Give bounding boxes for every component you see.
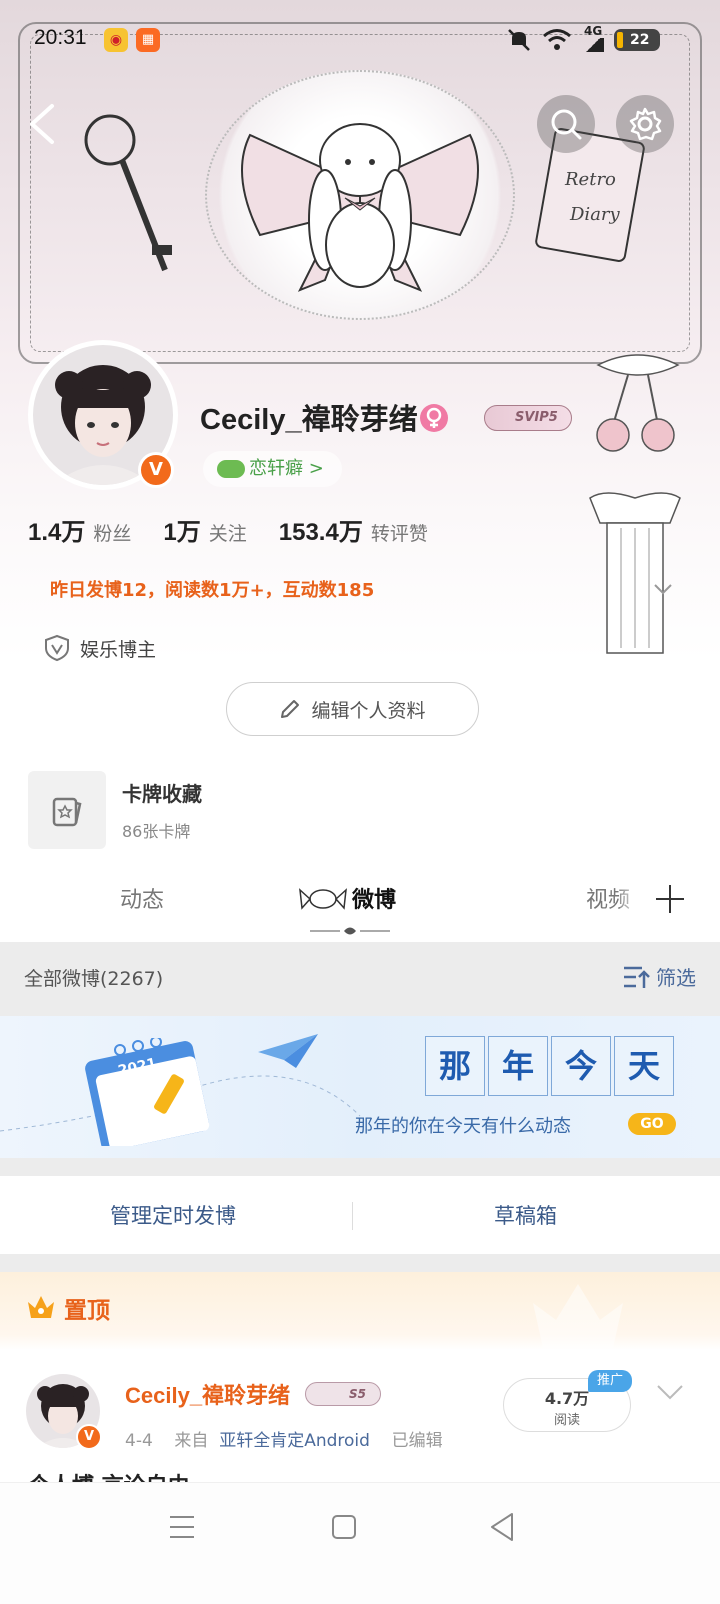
category-label: 娱乐博主 (80, 638, 157, 661)
post-from-label: 来自 (174, 1431, 209, 1451)
stat-interactions[interactable]: 153.4万 转评赞 (279, 512, 428, 547)
back-button[interactable] (22, 100, 62, 148)
card-star-icon (52, 797, 82, 827)
stat-label: 粉丝 (93, 523, 132, 545)
tab-weibo[interactable]: 微博 (352, 882, 396, 914)
fan-group-tag[interactable]: 恋轩癖 > (203, 451, 342, 487)
drafts-button[interactable]: 草稿箱 (494, 1200, 557, 1230)
back-triangle-icon[interactable] (488, 1511, 516, 1543)
promote-badge[interactable]: 推广 (588, 1370, 632, 1392)
edit-profile-button[interactable]: 编辑个人资料 (226, 682, 479, 736)
battery-indicator: 22 (614, 29, 660, 51)
stat-label: 关注 (208, 523, 247, 545)
chevron-down-icon[interactable] (656, 1384, 684, 1402)
go-button[interactable]: GO (628, 1113, 676, 1135)
post-author-name[interactable]: Cecily_禕聆芽绪 (125, 1378, 290, 1410)
cherries-illustration (596, 354, 680, 452)
pinned-header: 置顶 (0, 1272, 720, 1350)
shield-icon (45, 634, 69, 662)
card-collection-icon-box[interactable] (28, 771, 106, 849)
candy-icon (299, 888, 347, 910)
cloud-icon (217, 460, 245, 478)
search-icon (551, 109, 582, 140)
card-collection-title[interactable]: 卡牌收藏 (122, 778, 202, 807)
crown-icon (28, 1296, 54, 1318)
fan-group-label: 恋轩癖 > (249, 458, 324, 479)
app-notification-icon: ▦ (136, 28, 160, 52)
edit-profile-label: 编辑个人资料 (311, 699, 426, 722)
plus-icon (656, 885, 684, 913)
add-tab-button[interactable] (620, 864, 720, 934)
section-divider (0, 1254, 720, 1272)
memory-char: 今 (551, 1036, 611, 1096)
memory-subtitle: 那年的你在今天有什么动态 (355, 1116, 571, 1137)
gear-icon (629, 107, 662, 141)
tab-active-indicator (310, 927, 390, 935)
settings-button[interactable] (616, 95, 674, 153)
profile-tabs: 动态 微博 视频 (0, 860, 720, 942)
section-divider (0, 1158, 720, 1176)
system-nav-bar (0, 1482, 720, 1604)
post-edited: 已编辑 (391, 1431, 443, 1451)
post-text: 个人博 言论自由 (28, 1468, 190, 1482)
stat-number: 153.4万 (278, 519, 363, 546)
key-illustration (84, 114, 172, 272)
home-icon[interactable] (330, 1513, 358, 1541)
read-label: 阅读 (553, 1413, 580, 1428)
profile-stats: 1.4万 粉丝 1万 关注 153.4万 转评赞 (28, 512, 428, 547)
stat-fans[interactable]: 1.4万 粉丝 (28, 512, 131, 547)
category-tag[interactable]: 娱乐博主 (44, 634, 156, 662)
svg-text:Retro: Retro (564, 169, 616, 190)
post-verified-badge: V (76, 1424, 102, 1450)
all-weibo-count: 全部微博(2267) (24, 968, 164, 990)
pillar-illustration (589, 492, 681, 654)
signal-icon: 4G (582, 24, 604, 52)
wifi-icon (543, 29, 571, 50)
pinned-label: 置顶 (64, 1298, 110, 1324)
all-weibo-bar: 全部微博(2267) 筛选 (0, 942, 720, 1016)
female-icon (420, 404, 448, 432)
pinned-post[interactable]: V Cecily_禕聆芽绪 S5 4-4 来自 亚轩全肯定Android 已编辑… (0, 1350, 720, 1482)
svip-badge[interactable]: SVIP5 (484, 405, 572, 431)
stat-number: 1万 (163, 519, 201, 546)
filter-button[interactable]: 筛选 (622, 962, 696, 991)
verified-badge: V (138, 452, 174, 488)
filter-icon (624, 966, 650, 988)
post-date: 4-4 (125, 1431, 153, 1451)
network-type: 4G (584, 24, 603, 38)
memory-char: 天 (614, 1036, 674, 1096)
memory-char: 那 (425, 1036, 485, 1096)
mute-icon (508, 29, 530, 51)
on-this-day-banner[interactable]: 2021 那 年 今 天 那年的你在今天有什么动态 GO (0, 1016, 720, 1158)
s5-badge: S5 (305, 1382, 381, 1406)
filter-label: 筛选 (656, 966, 696, 990)
search-button[interactable] (537, 95, 595, 153)
calendar-icon: 2021 (85, 1038, 210, 1146)
stat-label: 转评赞 (370, 523, 428, 545)
bunny-illustration (308, 123, 412, 288)
profile-username: Cecily_禕聆芽绪 (200, 404, 418, 436)
manage-row: 管理定时发博 草稿箱 (0, 1176, 720, 1254)
status-icons: 4G 22 (506, 24, 660, 54)
chevron-down-icon[interactable] (652, 578, 674, 600)
stat-following[interactable]: 1万 关注 (163, 512, 246, 547)
clock: 20:31 (34, 26, 87, 49)
scheduled-posts-button[interactable]: 管理定时发博 (110, 1200, 236, 1230)
tab-dynamics[interactable]: 动态 (120, 882, 164, 914)
card-collection-count: 86张卡牌 (122, 822, 191, 841)
svg-text:Diary: Diary (569, 204, 621, 225)
stat-number: 1.4万 (28, 519, 86, 546)
post-source[interactable]: 亚轩全肯定Android (219, 1431, 370, 1451)
menu-icon[interactable] (168, 1513, 196, 1541)
paper-plane-icon (258, 1034, 318, 1068)
status-bar: 20:31 ◉ ▦ 4G 22 (0, 22, 720, 58)
profile-banner[interactable]: Retro Diary (0, 0, 720, 660)
memory-char: 年 (488, 1036, 548, 1096)
post-meta: 4-4 来自 亚轩全肯定Android 已编辑 (125, 1426, 443, 1451)
yesterday-summary[interactable]: 昨日发博12，阅读数1万+，互动数185 (50, 576, 374, 602)
vertical-divider (352, 1202, 353, 1230)
pencil-icon (281, 700, 300, 718)
weibo-notification-icon: ◉ (104, 28, 128, 52)
crown-decoration (533, 1284, 623, 1348)
